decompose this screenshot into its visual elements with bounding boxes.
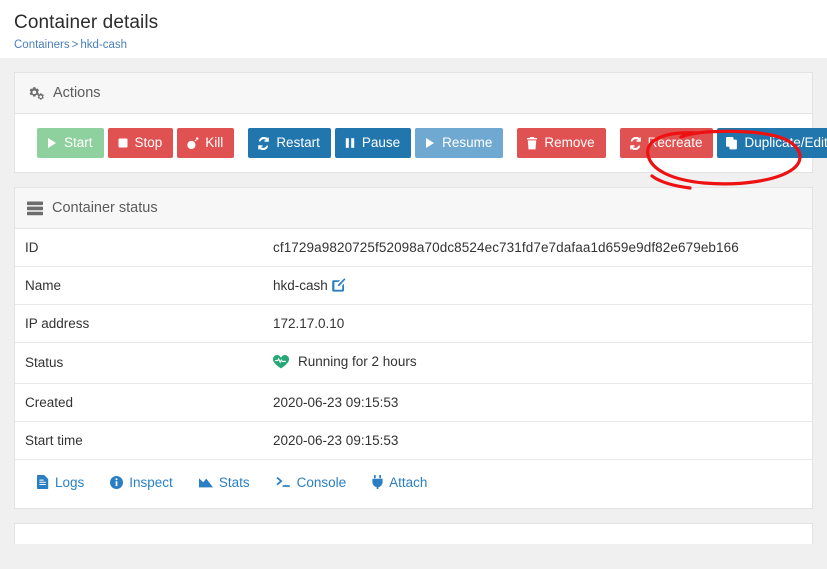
stop-button[interactable]: Stop [107, 128, 174, 158]
remove-button[interactable]: Remove [517, 128, 606, 158]
logs-link[interactable]: Logs [37, 475, 84, 490]
page-title: Container details [14, 12, 159, 33]
attach-link[interactable]: Attach [372, 475, 427, 490]
container-status-card-body: ID cf1729a9820725f52098a70dc8524ec731fd7… [15, 229, 812, 508]
start-button-label: Start [64, 135, 93, 150]
page-header: Container details Containers > hkd-cash [0, 0, 827, 59]
actions-card-body: Start Stop Kill Restart Pause Resume Rem… [15, 114, 827, 172]
page-content: Actions Start Stop Kill Restart Pause Re… [0, 58, 827, 569]
trash-icon [526, 136, 538, 150]
container-status-card-title: Container status [52, 200, 158, 216]
breadcrumb-link-containers[interactable]: Containers [14, 39, 70, 51]
resume-button[interactable]: Resume [415, 128, 504, 158]
row-label-created: Created [15, 382, 263, 421]
pencil-square-icon[interactable] [331, 278, 346, 292]
container-status-card-header: Container status [15, 188, 812, 229]
pause-button-label: Pause [361, 135, 401, 150]
file-icon [37, 475, 49, 489]
console-link-label: Console [296, 474, 347, 490]
row-value-start-time: 2020-06-23 09:15:53 [263, 420, 812, 459]
attach-link-label: Attach [389, 474, 428, 490]
server-icon [27, 201, 43, 216]
logs-link-label: Logs [55, 474, 85, 490]
recreate-button-label: Recreate [647, 135, 703, 150]
kill-button-label: Kill [205, 135, 224, 150]
play-icon [424, 137, 436, 149]
bomb-icon [186, 136, 199, 150]
restart-button[interactable]: Restart [248, 128, 331, 158]
row-value-name-cell: hkd-cash [263, 266, 812, 305]
breadcrumb-separator: > [71, 39, 79, 51]
breadcrumb-current[interactable]: hkd-cash [80, 39, 127, 51]
container-status-card: Container status ID cf1729a9820725f52098… [14, 187, 813, 509]
heartbeat-icon [273, 354, 289, 369]
table-row: Start time 2020-06-23 09:15:53 [15, 420, 812, 459]
table-row: ID cf1729a9820725f52098a70dc8524ec731fd7… [15, 229, 812, 267]
stats-link[interactable]: Stats [198, 474, 250, 490]
sync-icon [257, 136, 270, 150]
duplicate-edit-button[interactable]: Duplicate/Edit [717, 128, 827, 158]
console-link[interactable]: Console [276, 474, 347, 490]
row-label-id: ID [25, 240, 39, 255]
row-label-start-time: Start time [15, 420, 263, 459]
inspect-link-label: Inspect [129, 474, 173, 490]
breadcrumb: Containers > hkd-cash [14, 38, 827, 53]
row-label-ip-address: IP address [15, 304, 263, 343]
inspect-link[interactable]: Inspect [110, 475, 173, 490]
info-circle-icon [110, 475, 124, 489]
row-value-status: Running for 2 hours [298, 354, 417, 369]
copy-icon [726, 136, 738, 150]
recreate-button[interactable]: Recreate [619, 128, 714, 158]
row-value-created: 2020-06-23 09:15:53 [263, 382, 812, 421]
row-label-name: Name [15, 266, 263, 305]
container-links-row: Logs Inspect Stats Console Attach [15, 458, 812, 508]
next-card-top-edge [14, 522, 813, 544]
table-row: Created 2020-06-23 09:15:53 [15, 382, 812, 421]
row-value-id: cf1729a9820725f52098a70dc8524ec731fd7e7d… [273, 240, 739, 255]
restart-button-label: Restart [276, 135, 320, 150]
gears-icon [27, 86, 44, 101]
stop-icon [117, 137, 129, 149]
duplicate-edit-button-label: Duplicate/Edit [744, 135, 827, 150]
play-icon [46, 137, 58, 149]
row-value-status-cell: Running for 2 hours [263, 342, 812, 383]
sync-icon [629, 136, 642, 150]
terminal-icon [276, 476, 291, 488]
container-status-table: ID cf1729a9820725f52098a70dc8524ec731fd7… [15, 229, 812, 459]
table-row: Name hkd-cash [15, 266, 812, 305]
actions-card: Actions Start Stop Kill Restart Pause Re… [14, 72, 827, 173]
resume-button-label: Resume [442, 135, 493, 150]
stats-link-label: Stats [218, 474, 250, 490]
row-label-status: Status [15, 342, 263, 383]
stop-button-label: Stop [134, 135, 163, 150]
kill-button[interactable]: Kill [177, 128, 235, 158]
action-buttons-row: Start Stop Kill Restart Pause Resume Rem… [15, 114, 827, 172]
pause-button[interactable]: Pause [334, 128, 412, 158]
remove-button-label: Remove [544, 135, 595, 150]
status-badge: Running for 2 hours [273, 354, 417, 369]
row-value-name: hkd-cash [273, 278, 328, 293]
table-row: IP address 172.17.0.10 [15, 304, 812, 343]
plug-icon [372, 475, 383, 489]
pause-icon [344, 137, 356, 149]
start-button[interactable]: Start [37, 128, 104, 158]
table-row: Status Running for 2 hours [15, 342, 812, 383]
row-value-ip-address: 172.17.0.10 [263, 304, 812, 343]
chart-area-icon [198, 476, 213, 488]
actions-card-title: Actions [53, 85, 101, 101]
actions-card-header: Actions [15, 73, 812, 114]
